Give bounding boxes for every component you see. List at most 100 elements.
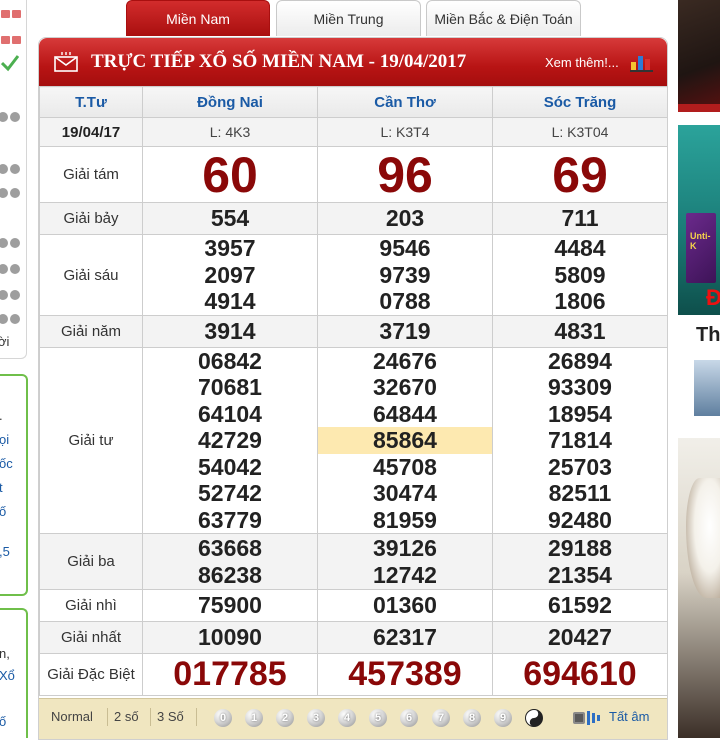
check-icon [1,55,19,72]
prize-cell: 203 [317,202,493,235]
prize-number: 60 [202,146,258,203]
left-link[interactable]: t [0,480,3,495]
prize-number: 203 [385,205,425,232]
prize-number: 4484 [554,235,606,262]
prize-label: Giải tám [39,146,143,203]
province-header[interactable]: Cần Thơ [317,86,493,118]
bar-chart-icon[interactable] [629,50,655,72]
prize-number: 1806 [554,288,606,315]
gray-dot-icon [0,290,8,300]
digit-9-button[interactable]: 9 [494,709,512,727]
prize-label: Giải ba [39,533,143,590]
prize-number: 24676 [373,348,437,375]
gray-dot-icon [10,264,20,274]
gray-dot-icon [10,188,20,198]
draw-date: 19/04/17 [39,117,143,147]
prize-cell: 69 [492,146,667,203]
left-green-box: n, Xổ ố [0,608,28,738]
digit-0-button[interactable]: 0 [214,709,232,727]
left-link[interactable]: ố [0,504,6,519]
prize-number: 39126 [373,535,437,562]
prize-cell: 62317 [317,621,493,654]
gray-dot-icon [0,238,8,248]
prize-number: 45708 [373,453,437,480]
prize-number: 30474 [373,480,437,507]
prize-label: Giải năm [39,315,143,348]
special-prize-number: 017785 [173,655,287,693]
prize-row-ba: Giải ba 63668 86238 39126 12742 29188 21… [39,533,667,590]
tab-mien-trung[interactable]: Miền Trung [276,0,421,36]
prize-number: 63668 [198,535,262,562]
ad-thumbnail-image[interactable] [694,360,720,416]
gray-dot-icon [10,290,20,300]
results-panel: TRỰC TIẾP XỔ SỐ MIỀN NAM - 19/04/2017 Xe… [38,37,668,740]
prize-row-nam: Giải năm 3914 3719 4831 [39,315,667,348]
prize-number: 86238 [198,561,262,588]
prize-number: 82511 [548,480,612,507]
digit-5-button[interactable]: 5 [369,709,387,727]
prize-cell: 39126 12742 [317,533,493,590]
digit-2-button[interactable]: 2 [276,709,294,727]
prize-label: Giải nhất [39,621,143,654]
tab-mien-nam[interactable]: Miền Nam [126,0,270,36]
day-header: T.Tư [39,86,143,118]
more-link[interactable]: Xem thêm!... [545,55,619,70]
prize-cell: 457389 [317,653,493,696]
prize-number: 12742 [373,561,437,588]
prize-number: 32670 [373,374,437,401]
ad-headline[interactable]: Th [696,324,720,347]
prize-cell: 10090 [142,621,318,654]
tab-mien-bac-dien-toan[interactable]: Miền Bắc & Điện Toán [426,0,581,36]
left-link[interactable]: ọi [0,432,9,447]
left-link[interactable]: ,5 [0,544,10,559]
prize-number: 3719 [379,318,431,345]
left-link[interactable]: Xổ [0,668,15,683]
prize-number: 01360 [373,592,437,619]
prize-number: 61592 [548,592,612,619]
prize-cell: 711 [492,202,667,235]
ad-banner-product[interactable]: Unti-K Đ [678,125,720,315]
mode-2-so-button[interactable]: 2 số [114,709,139,724]
digit-3-button[interactable]: 3 [307,709,325,727]
prize-number: 554 [210,205,250,232]
header-row: T.Tư Đồng Nai Cần Thơ Sóc Trăng [39,86,667,118]
prize-number: 81959 [373,506,437,533]
digit-6-button[interactable]: 6 [400,709,418,727]
prize-number: 06842 [198,348,262,375]
special-prize-number: 457389 [348,655,462,693]
product-label: Unti-K [690,231,711,251]
province-header[interactable]: Sóc Trăng [492,86,667,118]
prize-number: 711 [561,205,599,232]
prize-cell: 01360 [317,589,493,622]
ad-banner-top[interactable] [678,0,720,112]
prize-number: 4831 [554,318,606,345]
ticket-code-row: 19/04/17 L: 4K3 L: K3T4 L: K3T04 [39,117,667,147]
prize-number: 64104 [198,400,262,427]
left-link[interactable]: ốc [0,456,13,471]
left-link[interactable]: ố [0,714,6,729]
speaker-icon[interactable] [572,708,604,728]
prize-number: 96 [377,146,433,203]
prize-label: Giải bảy [39,202,143,235]
left-text: ời [0,334,10,349]
digit-7-button[interactable]: 7 [432,709,450,727]
mode-normal-button[interactable]: Normal [51,709,93,724]
prize-row-nhi: Giải nhì 75900 01360 61592 [39,589,667,622]
prize-number: 42729 [198,427,262,454]
left-text: . [0,408,3,423]
mode-3-so-button[interactable]: 3 Số [157,709,184,724]
prize-number: 21354 [548,561,612,588]
prize-number: 10090 [198,624,262,651]
yin-yang-icon[interactable] [525,709,543,727]
prize-number: 5809 [554,261,606,288]
red-square-icon [12,10,21,18]
digit-8-button[interactable]: 8 [463,709,481,727]
prize-number: 9739 [379,261,431,288]
prize-cell: 24676 32670 64844 85864 45708 30474 8195… [317,347,493,534]
prize-number: 20427 [548,624,612,651]
tat-am-link[interactable]: Tất âm [609,709,649,724]
digit-4-button[interactable]: 4 [338,709,356,727]
digit-1-button[interactable]: 1 [245,709,263,727]
province-header[interactable]: Đồng Nai [142,86,318,118]
ad-banner-bottom[interactable] [678,438,720,738]
